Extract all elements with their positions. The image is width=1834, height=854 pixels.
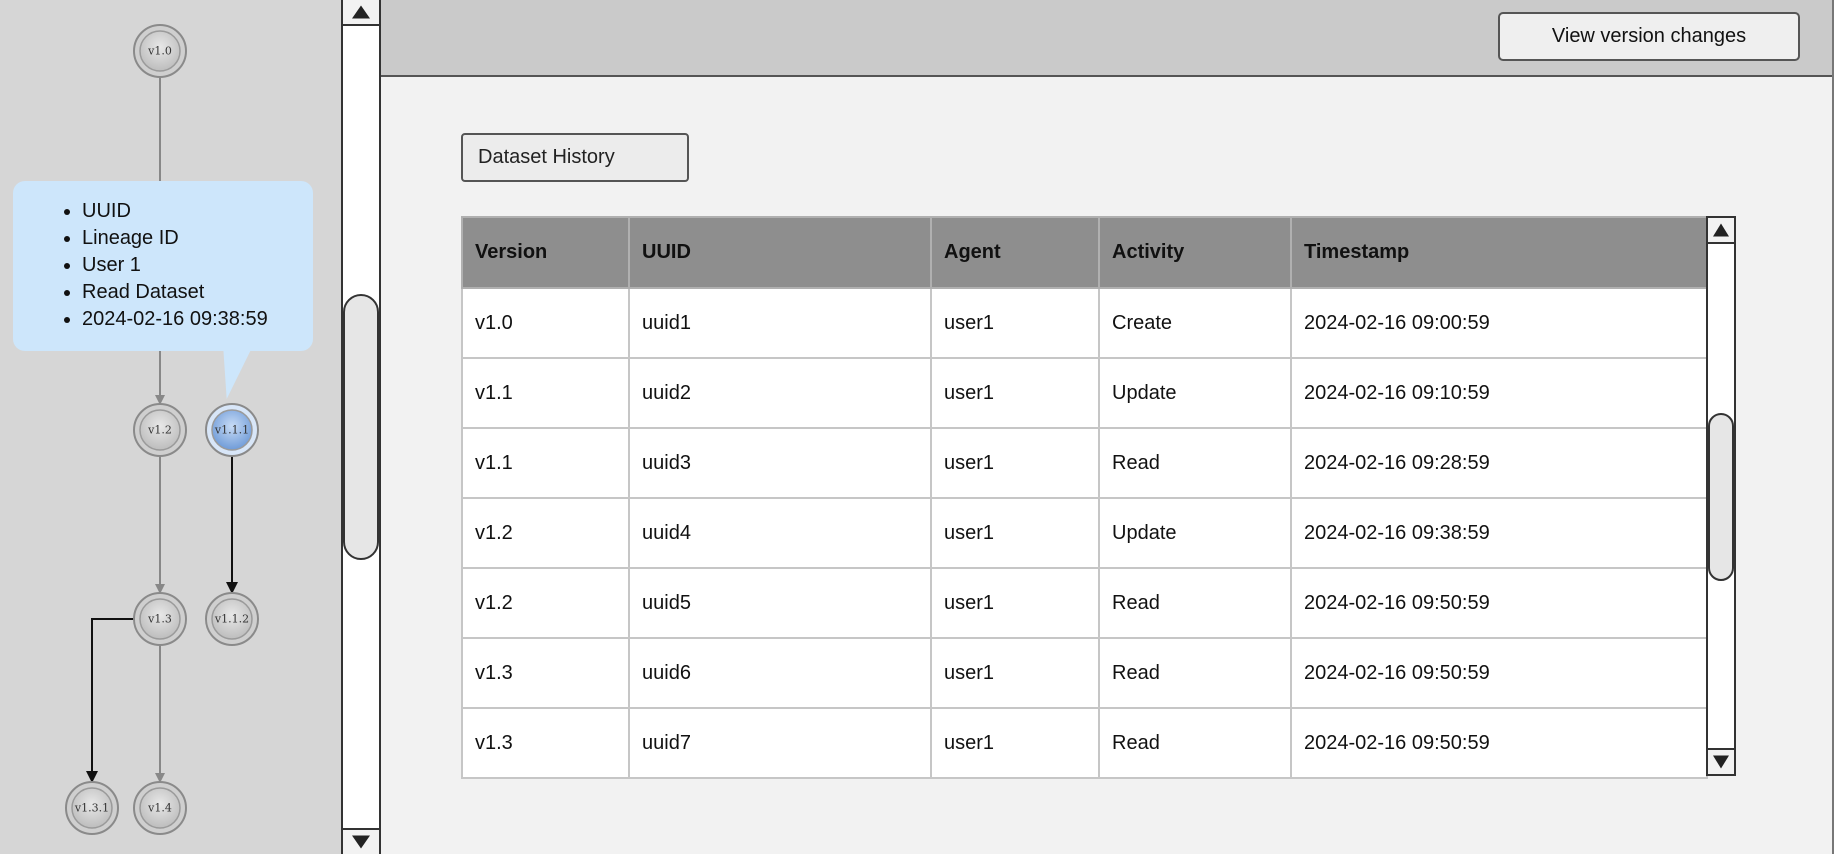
graph-node-label: v1.4 (147, 802, 172, 815)
graph-node-label: v1.2 (147, 424, 172, 437)
graph-node-v1.2[interactable]: v1.2 (133, 403, 187, 457)
table-row[interactable]: v1.3 uuid7 user1 Read 2024-02-16 09:50:5… (461, 707, 1708, 779)
graph-node-v1.0[interactable]: v1.0 (133, 24, 187, 78)
cell-uuid: uuid6 (628, 637, 932, 709)
cell-activity: Create (1098, 287, 1292, 359)
table-row[interactable]: v1.2 uuid5 user1 Read 2024-02-16 09:50:5… (461, 567, 1708, 639)
cell-version: v1.1 (461, 357, 630, 429)
table-row[interactable]: v1.1 uuid3 user1 Read 2024-02-16 09:28:5… (461, 427, 1708, 499)
tooltip-item-lineage-id: Lineage ID (82, 225, 313, 252)
cell-uuid: uuid5 (628, 567, 932, 639)
dataset-history-label: Dataset History (461, 133, 689, 182)
cell-version: v1.0 (461, 287, 630, 359)
cell-timestamp: 2024-02-16 09:28:59 (1290, 427, 1708, 499)
column-header-timestamp[interactable]: Timestamp (1290, 216, 1708, 289)
view-version-changes-button[interactable]: View version changes (1498, 12, 1800, 61)
tooltip-item-uuid: UUID (82, 198, 313, 225)
graph-node-v1.1.2[interactable]: v1.1.2 (205, 592, 259, 646)
lineage-graph: v1.0 v1.2 v1.1.1 v1.3 v1.1.2 v1.3.1 v1.4 (65, 24, 259, 835)
column-header-activity[interactable]: Activity (1098, 216, 1292, 289)
triangle-down-icon (1713, 755, 1729, 769)
graph-node-label: v1.1.2 (214, 613, 249, 626)
cell-agent: user1 (930, 707, 1100, 779)
cell-activity: Read (1098, 427, 1292, 499)
graph-node-v1.3.1[interactable]: v1.3.1 (65, 781, 119, 835)
scroll-thumb[interactable] (343, 294, 379, 560)
column-header-uuid[interactable]: UUID (628, 216, 932, 289)
cell-timestamp: 2024-02-16 09:50:59 (1290, 637, 1708, 709)
table-row[interactable]: v1.2 uuid4 user1 Update 2024-02-16 09:38… (461, 497, 1708, 569)
cell-agent: user1 (930, 357, 1100, 429)
history-table-container: Version UUID Agent Activity Timestamp v1… (461, 216, 1708, 780)
table-scroll-thumb[interactable] (1708, 413, 1734, 581)
cell-version: v1.2 (461, 497, 630, 569)
cell-activity: Read (1098, 707, 1292, 779)
scroll-up-button[interactable] (343, 0, 379, 26)
scroll-down-button[interactable] (343, 828, 379, 854)
table-header-row: Version UUID Agent Activity Timestamp (461, 216, 1708, 289)
triangle-up-icon (1713, 223, 1729, 237)
graph-node-v1.1.1[interactable]: v1.1.1 (205, 403, 259, 457)
cell-version: v1.1 (461, 427, 630, 499)
cell-timestamp: 2024-02-16 09:50:59 (1290, 567, 1708, 639)
tooltip-item-user: User 1 (82, 252, 313, 279)
column-header-version[interactable]: Version (461, 216, 630, 289)
triangle-up-icon (352, 5, 370, 19)
cell-version: v1.2 (461, 567, 630, 639)
cell-uuid: uuid2 (628, 357, 932, 429)
graph-node-v1.4[interactable]: v1.4 (133, 781, 187, 835)
triangle-down-icon (352, 835, 370, 849)
table-scroll-up-button[interactable] (1708, 218, 1734, 244)
cell-uuid: uuid3 (628, 427, 932, 499)
history-table: Version UUID Agent Activity Timestamp v1… (461, 216, 1708, 779)
cell-version: v1.3 (461, 707, 630, 779)
graph-scrollbar[interactable] (341, 0, 381, 854)
cell-version: v1.3 (461, 637, 630, 709)
tooltip-item-activity: Read Dataset (82, 279, 313, 306)
cell-agent: user1 (930, 567, 1100, 639)
cell-timestamp: 2024-02-16 09:10:59 (1290, 357, 1708, 429)
graph-node-v1.3[interactable]: v1.3 (133, 592, 187, 646)
table-scrollbar[interactable] (1706, 216, 1736, 776)
table-row[interactable]: v1.1 uuid2 user1 Update 2024-02-16 09:10… (461, 357, 1708, 429)
cell-timestamp: 2024-02-16 09:38:59 (1290, 497, 1708, 569)
cell-uuid: uuid4 (628, 497, 932, 569)
column-header-agent[interactable]: Agent (930, 216, 1100, 289)
cell-activity: Read (1098, 567, 1292, 639)
graph-node-label: v1.0 (147, 45, 172, 58)
cell-agent: user1 (930, 637, 1100, 709)
cell-activity: Update (1098, 357, 1292, 429)
graph-node-label: v1.3.1 (74, 802, 109, 815)
cell-timestamp: 2024-02-16 09:00:59 (1290, 287, 1708, 359)
edge-v1.3-to-v1.3.1 (86, 618, 134, 783)
cell-activity: Read (1098, 637, 1292, 709)
graph-node-label: v1.3 (147, 613, 172, 626)
cell-agent: user1 (930, 287, 1100, 359)
cell-activity: Update (1098, 497, 1292, 569)
tooltip-item-timestamp: 2024-02-16 09:38:59 (82, 306, 313, 333)
table-row[interactable]: v1.3 uuid6 user1 Read 2024-02-16 09:50:5… (461, 637, 1708, 709)
table-scroll-down-button[interactable] (1708, 748, 1734, 774)
cell-agent: user1 (930, 497, 1100, 569)
table-row[interactable]: v1.0 uuid1 user1 Create 2024-02-16 09:00… (461, 287, 1708, 359)
lineage-graph-panel: v1.0 v1.2 v1.1.1 v1.3 v1.1.2 v1.3.1 v1.4 UUID … (0, 0, 341, 854)
cell-uuid: uuid1 (628, 287, 932, 359)
graph-node-label: v1.1.1 (214, 424, 249, 437)
cell-uuid: uuid7 (628, 707, 932, 779)
cell-timestamp: 2024-02-16 09:50:59 (1290, 707, 1708, 779)
node-tooltip: UUID Lineage ID User 1 Read Dataset 2024… (13, 181, 313, 351)
cell-agent: user1 (930, 427, 1100, 499)
